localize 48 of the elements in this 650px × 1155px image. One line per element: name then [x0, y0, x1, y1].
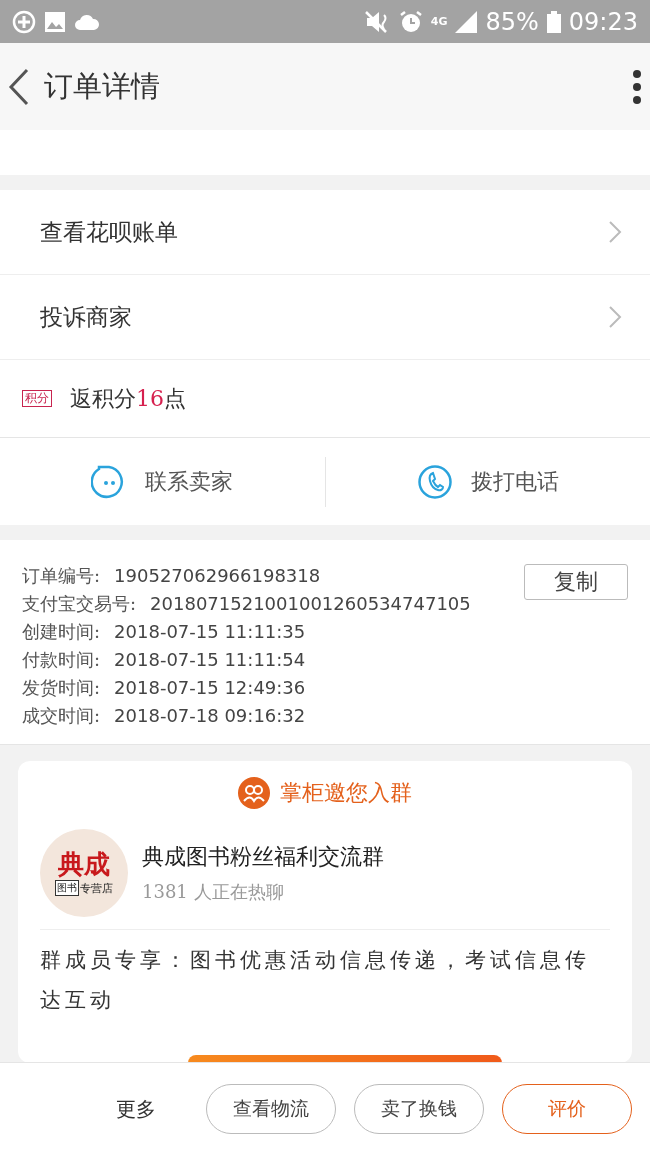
- contact-button[interactable]: 联系卖家: [91, 462, 234, 501]
- info-label: 付款时间:: [22, 648, 101, 672]
- battery-icon: [546, 10, 561, 33]
- group-description: 群成员专享：图书优惠活动信息传递，考试信息传达互动: [40, 947, 591, 1014]
- more-icon[interactable]: [632, 69, 642, 104]
- info-label: 支付宝交易号:: [22, 592, 137, 616]
- contact-button[interactable]: 拨打电话: [416, 463, 559, 500]
- menu-label: 查看花呗账单: [40, 217, 178, 247]
- menu-row[interactable]: 投诉商家: [0, 275, 650, 360]
- phone-icon: [416, 463, 453, 500]
- action-button[interactable]: 评价: [502, 1084, 632, 1134]
- info-value: 2018-07-15 12:49:36: [114, 676, 306, 700]
- info-label: 成交时间:: [22, 704, 101, 728]
- action-button[interactable]: 查看物流: [206, 1084, 336, 1134]
- card-title: 掌柜邀您入群: [280, 779, 412, 807]
- info-value: 2018-07-15 11:11:54: [114, 648, 306, 672]
- info-value: 190527062966198318: [114, 564, 321, 588]
- image-icon: [44, 10, 66, 33]
- info-label: 创建时间:: [22, 620, 101, 644]
- logo-text: 专营店: [80, 880, 113, 896]
- copy-button[interactable]: 复制: [524, 564, 628, 600]
- back-icon[interactable]: [8, 67, 30, 106]
- info-value: 2018071521001001260534747105: [150, 592, 471, 616]
- info-label: 订单编号:: [22, 564, 101, 588]
- member-count: 1381 人正在热聊: [142, 880, 285, 904]
- info-value: 2018-07-15 11:11:35: [114, 620, 306, 644]
- group-name: 典成图书粉丝福利交流群: [142, 843, 384, 871]
- more-link[interactable]: 更多: [116, 1095, 156, 1123]
- menu-row[interactable]: 查看花呗账单: [0, 190, 650, 275]
- signal-icon: [455, 10, 478, 33]
- alarm-icon: [398, 9, 423, 34]
- network-type: 4G: [430, 15, 448, 28]
- points-text: 返积分16点: [70, 384, 186, 413]
- chevron-right-icon: [608, 220, 622, 244]
- clock: 09:23: [568, 7, 638, 36]
- points-badge: 积分: [22, 390, 52, 407]
- menu-label: 投诉商家: [40, 302, 132, 332]
- info-label: 发货时间:: [22, 676, 101, 700]
- logo-text: 图书: [55, 880, 79, 896]
- info-value: 2018-07-18 09:16:32: [114, 704, 306, 728]
- add-circle-icon: [12, 9, 36, 34]
- page-title: 订单详情: [44, 67, 161, 105]
- cloud-icon: [74, 12, 100, 31]
- chevron-right-icon: [608, 305, 622, 329]
- group-icon: [238, 777, 270, 809]
- battery-percent: 85%: [485, 7, 539, 36]
- action-button[interactable]: 卖了换钱: [354, 1084, 484, 1134]
- logo-text: 典成: [58, 850, 110, 878]
